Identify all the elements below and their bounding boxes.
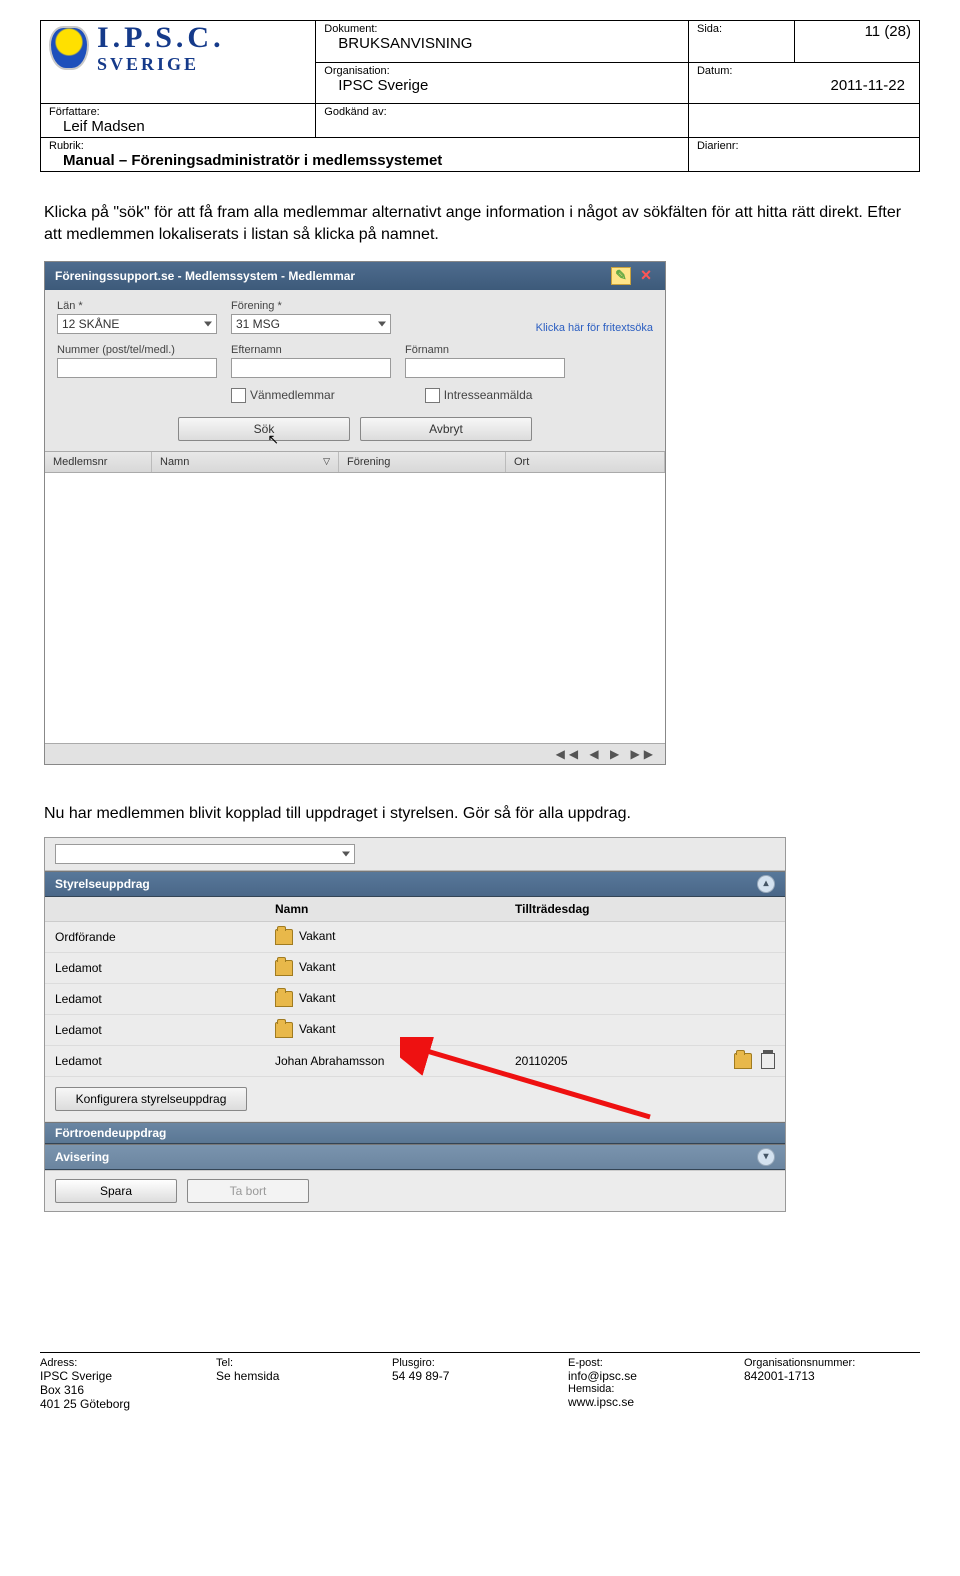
col-namn[interactable]: Namn▽ [152,452,339,472]
intresse-checkbox[interactable]: Intresseanmälda [425,388,533,403]
note-icon[interactable]: ✎ [611,267,631,285]
spara-button[interactable]: Spara [55,1179,177,1203]
sida-label: Sida: [697,23,786,35]
orgnr-label: Organisationsnummer: [744,1357,920,1369]
search-dialog: Föreningssupport.se - Medlemssystem - Me… [44,261,666,765]
grid-header: Medlemsnr Namn▽ Förening Ort [45,451,665,473]
grid-pager[interactable]: ◀◀ ◀ ▶ ▶▶ [45,743,665,764]
empty-cell [688,104,919,138]
folder-icon [275,991,293,1007]
sida-value-cell: 11 (28) [794,21,919,63]
diarie-cell: Diarienr: [688,138,919,172]
paragraph-1: Klicka på "sök" för att få fram alla med… [44,202,916,247]
lan-select[interactable]: 12 SKÅNE [57,314,217,334]
forf-value: Leif Madsen [49,118,307,135]
hemsida-label: Hemsida: [568,1383,744,1395]
vanmedlemmar-checkbox[interactable]: Vänmedlemmar [231,388,335,403]
grid-body [45,473,665,743]
dialog-titlebar: Föreningssupport.se - Medlemssystem - Me… [45,262,665,290]
folder-icon [275,929,293,945]
section-styrelseuppdrag[interactable]: Styrelseuppdrag ▴ [45,871,785,897]
folder-icon [275,1022,293,1038]
plusgiro-label: Plusgiro: [392,1357,568,1369]
expand-icon[interactable]: ▾ [757,1148,775,1166]
page-footer: Adress: IPSC Sverige Box 316 401 25 Göte… [40,1352,920,1411]
close-icon[interactable]: × [637,268,655,284]
table-row: Ledamot Vakant [45,1014,785,1045]
eft-label: Efternamn [231,344,391,356]
dokument-cell: Dokument: BRUKSANVISNING [316,21,689,63]
forf-cell: Författare: Leif Madsen [41,104,316,138]
org-value: IPSC Sverige [324,77,680,94]
logo-cell: I.P.S.C. SVERIGE [41,21,316,104]
col-forening[interactable]: Förening [339,452,506,472]
table-row: Ordförande Vakant [45,921,785,952]
paragraph-2: Nu har medlemmen blivit kopplad till upp… [44,805,916,823]
section-fortroende[interactable]: Förtroendeuppdrag [45,1122,785,1144]
styrelse-table: Namn Tillträdesdag Ordförande Vakant Led… [45,897,785,1122]
num-label: Nummer (post/tel/medl.) [57,344,217,356]
table-row: Ledamot Johan Abrahamsson 20110205 [45,1045,785,1076]
trash-icon[interactable] [761,1053,775,1069]
folder-icon [275,960,293,976]
forening-select[interactable]: 31 MSG [231,314,391,334]
dokument-value: BRUKSANVISNING [324,35,680,52]
tabort-button[interactable]: Ta bort [187,1179,309,1203]
table-row: Ledamot Vakant [45,983,785,1014]
logo-text: I.P.S.C. SVERIGE [97,23,225,73]
rubrik-label: Rubrik: [49,140,680,152]
logo-line2: SVERIGE [97,55,225,73]
shield-icon [49,26,89,70]
cursor-icon: ↖ [267,431,279,448]
godk-cell: Godkänd av: [316,104,689,138]
sida-value: 11 (28) [803,23,911,40]
tel-label: Tel: [216,1357,392,1369]
panel-top-select[interactable] [55,844,355,864]
section-avisering[interactable]: Avisering▾ [45,1144,785,1170]
konfigurera-button[interactable]: Konfigurera styrelseuppdrag [55,1087,247,1111]
styrelse-panel: Styrelseuppdrag ▴ Namn Tillträdesdag Ord… [44,837,786,1212]
th-namn: Namn [265,897,505,922]
forening-label: Förening * [231,300,391,312]
num-input[interactable] [57,358,217,378]
datum-value: 2011-11-22 [697,77,911,94]
col-ort[interactable]: Ort [506,452,665,472]
diarie-label: Diarienr: [697,140,911,152]
dialog-title: Föreningssupport.se - Medlemssystem - Me… [55,269,605,283]
freetext-link[interactable]: Klicka här för fritextsöka [536,322,653,334]
table-row: Ledamot Vakant [45,952,785,983]
org-label: Organisation: [324,65,680,77]
collapse-icon[interactable]: ▴ [757,875,775,893]
eft-input[interactable] [231,358,391,378]
logo-line1: I.P.S.C. [97,23,225,53]
epost-label: E-post: [568,1357,744,1369]
for-label: Förnamn [405,344,565,356]
datum-label: Datum: [697,65,911,77]
lan-label: Län * [57,300,217,312]
for-input[interactable] [405,358,565,378]
org-cell: Organisation: IPSC Sverige [316,62,689,104]
th-dag: Tillträdesdag [505,897,695,922]
document-header: I.P.S.C. SVERIGE Dokument: BRUKSANVISNIN… [40,20,920,172]
avbryt-button[interactable]: Avbryt [360,417,532,441]
addr-label: Adress: [40,1357,216,1369]
datum-cell: Datum: 2011-11-22 [688,62,919,104]
sida-cell: Sida: [688,21,794,63]
rubrik-cell: Rubrik: Manual – Föreningsadministratör … [41,138,689,172]
godk-label: Godkänd av: [324,106,680,118]
forf-label: Författare: [49,106,307,118]
col-medlemsnr[interactable]: Medlemsnr [45,452,152,472]
sok-button[interactable]: Sök ↖ [178,417,350,441]
rubrik-value: Manual – Föreningsadministratör i medlem… [49,152,680,169]
folder-icon[interactable] [734,1053,752,1069]
dokument-label: Dokument: [324,23,680,35]
